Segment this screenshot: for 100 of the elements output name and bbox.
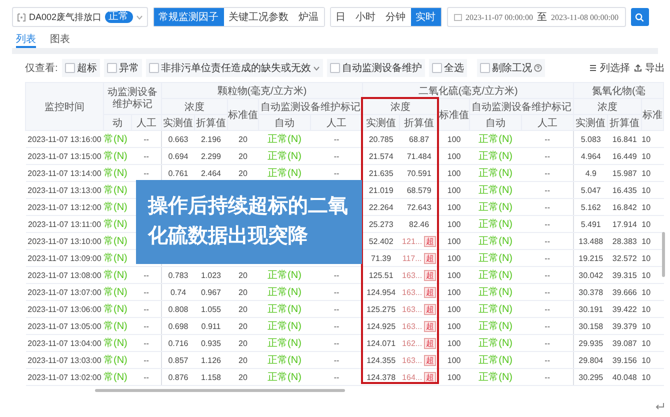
checkbox-label: 超标 bbox=[76, 62, 97, 75]
table-cell: -- bbox=[522, 250, 574, 266]
table-cell: 125.51 bbox=[362, 266, 400, 284]
table-cell: -- bbox=[522, 266, 574, 284]
outlet-select[interactable]: DA002废气排放口 正常 bbox=[12, 7, 148, 27]
table-cell: 29.935 bbox=[574, 334, 608, 352]
table-cell: 0.74 bbox=[162, 284, 194, 300]
table-cell: 2023-11-07 13:12:00 bbox=[26, 198, 104, 216]
table-cell: 5.162 bbox=[574, 198, 608, 216]
table-cell: 正常(N) bbox=[258, 284, 310, 300]
outlet-icon bbox=[17, 12, 26, 22]
column-header: 二氧化硫(毫克/立方米) bbox=[362, 82, 574, 98]
table-cell: 0.694 bbox=[162, 148, 194, 164]
table-cell: 5.047 bbox=[574, 182, 608, 198]
table-cell: 正常(N) bbox=[470, 182, 522, 198]
table-cell: 常(N) bbox=[104, 148, 132, 164]
table-cell: -- bbox=[144, 152, 149, 160]
table-cell: 121... 超 bbox=[400, 232, 439, 250]
table-cell: 100 bbox=[438, 334, 470, 352]
table-cell: 20 bbox=[228, 352, 258, 368]
checkbox[interactable] bbox=[432, 63, 442, 73]
column-header: 实测值 bbox=[162, 114, 194, 130]
table-cell: 10 bbox=[642, 352, 664, 368]
table-cell: -- bbox=[522, 130, 574, 148]
checkbox[interactable] bbox=[64, 63, 75, 73]
column-header: 氮氧化物(毫 bbox=[574, 82, 664, 98]
table-cell: 20 bbox=[228, 130, 258, 148]
table-cell: 2023-11-07 13:02:00 bbox=[26, 368, 104, 386]
table-cell: -- bbox=[310, 352, 363, 368]
column-header: 动监测设备维护标记 bbox=[104, 82, 162, 114]
search-button[interactable] bbox=[630, 8, 648, 26]
table-cell: 124.355 bbox=[362, 352, 400, 368]
view-tab[interactable]: 图表 bbox=[50, 32, 70, 48]
table-cell: 正常(N) bbox=[258, 148, 310, 164]
table-cell: -- bbox=[144, 304, 149, 314]
table-cell: 10 bbox=[642, 368, 664, 386]
table-cell: 10 bbox=[642, 130, 664, 148]
table-cell: 常(N) bbox=[104, 300, 132, 318]
checkbox[interactable] bbox=[480, 63, 490, 73]
checkbox[interactable] bbox=[148, 63, 159, 73]
table-cell: 164... 超 bbox=[400, 368, 439, 386]
table-cell: 2023-11-07 13:04:00 bbox=[26, 334, 104, 352]
table-cell: 125.275 bbox=[362, 300, 400, 318]
table-cell: 0.716 bbox=[162, 334, 194, 352]
table-cell: -- bbox=[522, 334, 574, 352]
return-icon bbox=[655, 402, 665, 411]
table-cell: 5.491 bbox=[574, 216, 608, 232]
table-cell: 21.574 bbox=[362, 148, 400, 164]
filter-checkbox[interactable]: 全选 bbox=[428, 59, 467, 77]
export-link[interactable]: 导出 bbox=[634, 61, 665, 75]
checkbox-label: 自动监测设备维护 bbox=[342, 62, 422, 75]
column-header: 人工 bbox=[132, 114, 162, 130]
checkbox-label: 异常 bbox=[118, 62, 139, 75]
column-select-link[interactable]: 列选择 bbox=[589, 61, 630, 75]
date-separator: 至 bbox=[537, 11, 548, 24]
scrollbar[interactable] bbox=[95, 389, 345, 392]
exclude-checkbox[interactable]: 剔除工况 bbox=[476, 59, 545, 77]
table-cell: 16.435 bbox=[608, 182, 642, 198]
table-cell: 正常(N) bbox=[470, 368, 522, 386]
table-cell: -- bbox=[310, 130, 363, 148]
table-cell: 正常(N) bbox=[258, 352, 310, 368]
interval-tab[interactable]: 实时 bbox=[410, 8, 441, 26]
filter-checkbox[interactable]: 非排污单位责任造成的缺失或无效 bbox=[146, 59, 323, 77]
table-cell: 正常(N) bbox=[470, 318, 522, 334]
table-cell: -- bbox=[144, 288, 149, 296]
date-range-field[interactable]: 2023-11-07 00:00:00 至 2023-11-08 00:00:00 bbox=[446, 7, 626, 27]
checkbox[interactable] bbox=[106, 63, 117, 73]
table-cell: 正常(N) bbox=[470, 130, 522, 148]
table-cell: -- bbox=[310, 368, 363, 386]
filter-checkbox[interactable]: 异常 bbox=[104, 59, 142, 77]
table-cell: 1.158 bbox=[194, 368, 228, 386]
column-header: 折算值 bbox=[608, 114, 642, 130]
table-cell: 16.841 bbox=[608, 130, 642, 148]
table-cell: 2023-11-07 13:07:00 bbox=[26, 284, 104, 300]
table-cell: 13.488 bbox=[574, 232, 608, 250]
table-cell: 32.572 bbox=[608, 250, 642, 266]
table-cell: 19.215 bbox=[574, 250, 608, 266]
table-cell: 30.191 bbox=[574, 300, 608, 318]
filter-checkbox[interactable]: 超标 bbox=[62, 59, 100, 77]
table-cell: 30.295 bbox=[574, 368, 608, 386]
checkbox[interactable] bbox=[330, 63, 340, 73]
scrollbar[interactable] bbox=[662, 232, 665, 277]
table-cell: 2.196 bbox=[194, 130, 228, 148]
column-header: 自动 bbox=[470, 114, 522, 130]
table-cell: 4.9 bbox=[574, 164, 608, 182]
table-cell: 30.378 bbox=[574, 284, 608, 300]
table-cell: 30.158 bbox=[574, 318, 608, 334]
table-cell: 2.299 bbox=[194, 148, 228, 164]
table-cell: 39.315 bbox=[608, 266, 642, 284]
table-cell: -- bbox=[522, 284, 574, 300]
search-icon bbox=[635, 12, 644, 22]
table-cell: 10 bbox=[642, 182, 664, 198]
table-cell: 2023-11-07 13:15:00 bbox=[26, 148, 104, 164]
table-cell: 2023-11-07 13:09:00 bbox=[26, 250, 104, 266]
table-cell: 21.635 bbox=[362, 164, 400, 182]
factor-tab[interactable]: 常规监测因子 bbox=[154, 8, 224, 26]
table-cell: -- bbox=[522, 368, 574, 386]
filter-checkbox[interactable]: 自动监测设备维护 bbox=[326, 59, 425, 77]
table-cell: 1.126 bbox=[194, 352, 228, 368]
table-cell: 10 bbox=[642, 148, 664, 164]
